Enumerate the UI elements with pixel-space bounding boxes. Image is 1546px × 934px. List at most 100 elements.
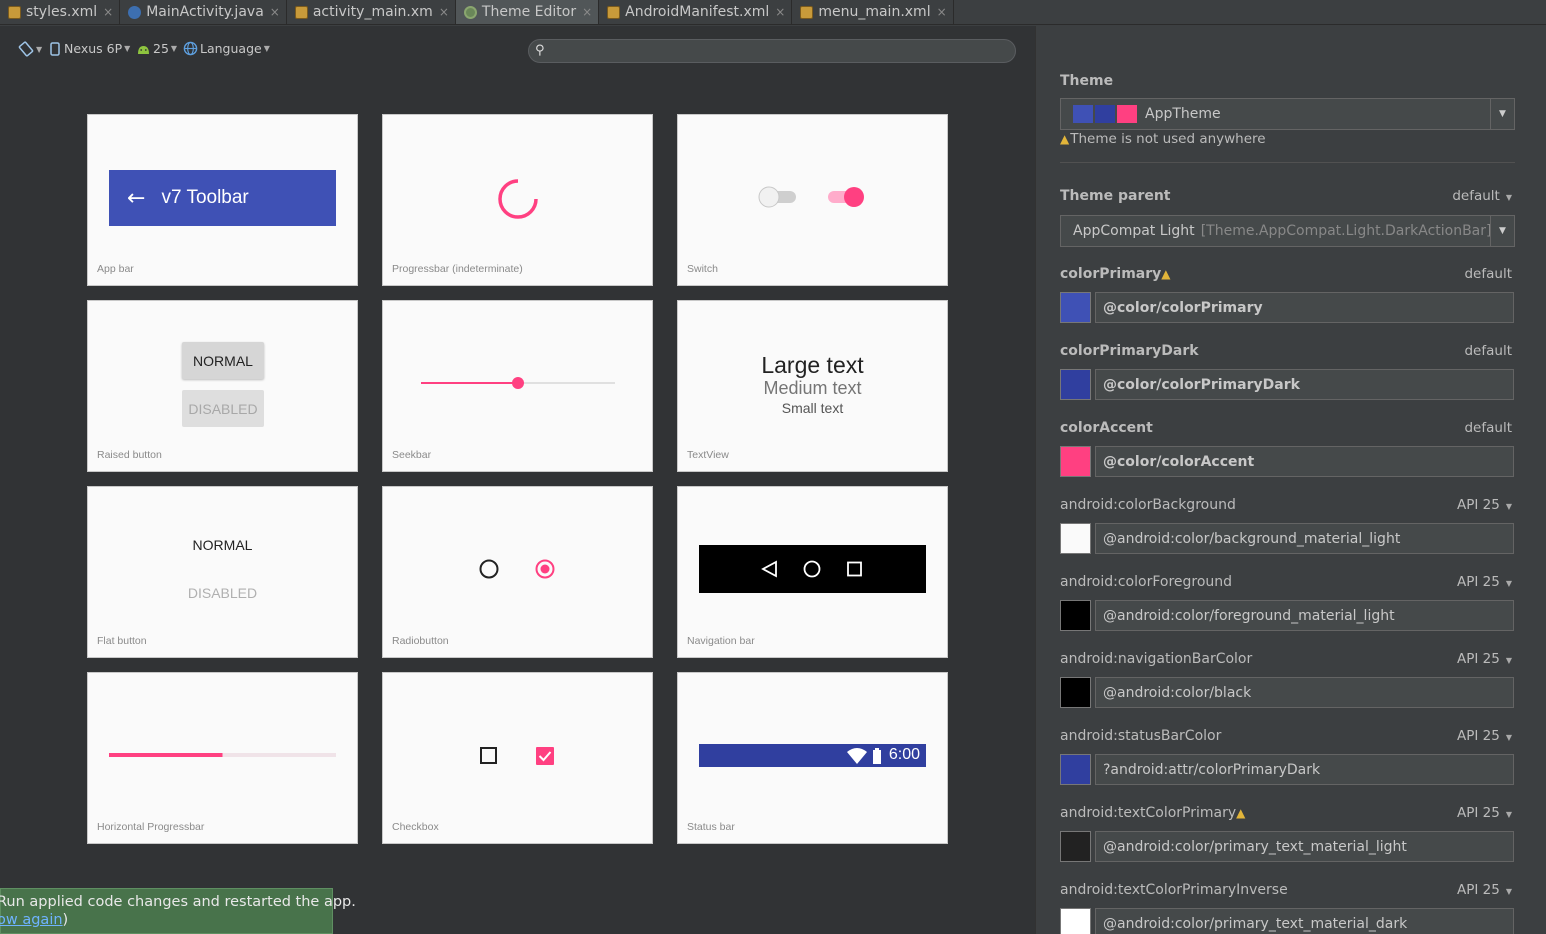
- attribute-value-field[interactable]: ?android:attr/colorPrimaryDark: [1095, 754, 1514, 785]
- warning-icon: ▲: [1236, 806, 1246, 820]
- theme-preview-area: ▼ Nexus 6P ▼ 25 ▼ Language ▼ ⚲ ← v7 Tool…: [0, 26, 1035, 934]
- navigation-bar-preview: [699, 545, 926, 593]
- attribute-value-field[interactable]: @android:color/primary_text_material_lig…: [1095, 831, 1514, 862]
- close-icon[interactable]: ×: [937, 5, 947, 19]
- switch-preview: [758, 186, 864, 208]
- color-swatch[interactable]: [1060, 754, 1091, 785]
- preview-search-input[interactable]: ⚲: [528, 39, 1016, 63]
- theme-parent-detail: [Theme.AppCompat.Light.DarkActionBar]: [1200, 223, 1492, 239]
- divider: [1060, 162, 1515, 163]
- attribute-name: android:textColorPrimaryInverse: [1060, 882, 1288, 898]
- attribute-source: default: [1464, 266, 1512, 282]
- panel-scrollbar[interactable]: [1538, 26, 1546, 934]
- card-label: TextView: [687, 449, 729, 461]
- tab-styles-xml[interactable]: styles.xml ×: [0, 0, 121, 24]
- attribute-source[interactable]: API 25 ▼: [1457, 882, 1512, 898]
- card-label: App bar: [97, 263, 134, 275]
- nav-buttons: [761, 560, 862, 578]
- card-seekbar: Seekbar: [382, 300, 653, 472]
- device-dropdown[interactable]: Nexus 6P ▼: [50, 41, 130, 56]
- api-level-dropdown[interactable]: 25 ▼: [136, 41, 177, 56]
- attribute-value-field[interactable]: @android:color/black: [1095, 677, 1514, 708]
- dropdown-arrow-icon[interactable]: ▼: [1490, 216, 1514, 246]
- horizontal-progress-preview: [109, 753, 336, 757]
- raised-normal-button: NORMAL: [182, 342, 264, 379]
- theme-selector[interactable]: AppTheme ▼: [1060, 98, 1515, 130]
- card-app-bar: ← v7 Toolbar App bar: [87, 114, 358, 286]
- card-label: Horizontal Progressbar: [97, 821, 205, 833]
- attribute-value-field[interactable]: @android:color/primary_text_material_dar…: [1095, 908, 1514, 934]
- close-icon[interactable]: ×: [270, 5, 280, 19]
- preview-toolbar: ▼ Nexus 6P ▼ 25 ▼ Language ▼ ⚲: [0, 26, 1035, 74]
- tab-androidmanifest-xml[interactable]: AndroidManifest.xml ×: [599, 0, 793, 24]
- attribute-name: colorPrimaryDark: [1060, 343, 1199, 359]
- color-swatch[interactable]: [1060, 831, 1091, 862]
- notification-link-line: ow again): [0, 912, 68, 928]
- theme-parent-selector[interactable]: AppCompat Light [Theme.AppCompat.Light.D…: [1060, 215, 1515, 247]
- dropdown-arrow-icon[interactable]: ▼: [1490, 99, 1514, 129]
- rotate-device-icon: [18, 41, 34, 57]
- primary-swatch: [1073, 105, 1093, 123]
- show-again-link[interactable]: ow again: [0, 912, 63, 928]
- attribute-source-text: API 25: [1457, 728, 1500, 744]
- color-swatch[interactable]: [1060, 677, 1091, 708]
- color-swatch[interactable]: [1060, 523, 1091, 554]
- attribute-value-field[interactable]: @color/colorPrimaryDark: [1095, 369, 1514, 400]
- tab-bar-filler: [953, 0, 1546, 24]
- attribute-name-text: colorPrimary: [1060, 266, 1162, 282]
- attribute-value-field[interactable]: @android:color/foreground_material_light: [1095, 600, 1514, 631]
- device-label: Nexus 6P: [64, 41, 123, 56]
- orientation-dropdown[interactable]: ▼: [18, 41, 42, 57]
- attribute-value-field[interactable]: @color/colorPrimary: [1095, 292, 1514, 323]
- attribute-source[interactable]: API 25 ▼: [1457, 497, 1512, 513]
- color-swatch[interactable]: [1060, 446, 1091, 477]
- tab-mainactivity-java[interactable]: MainActivity.java ×: [120, 0, 287, 24]
- language-dropdown[interactable]: Language ▼: [183, 41, 270, 56]
- attribute-source-text: default: [1464, 420, 1512, 436]
- seekbar-preview: [421, 377, 615, 389]
- attribute-source[interactable]: API 25 ▼: [1457, 728, 1512, 744]
- color-swatch[interactable]: [1060, 369, 1091, 400]
- attribute-source-text: API 25: [1457, 574, 1500, 590]
- flat-disabled-button: DISABLED: [187, 585, 258, 601]
- attribute-source[interactable]: API 25 ▼: [1457, 805, 1512, 821]
- color-swatch[interactable]: [1060, 600, 1091, 631]
- close-icon[interactable]: ×: [582, 5, 592, 19]
- raised-disabled-button: DISABLED: [182, 390, 264, 427]
- attribute-value-field[interactable]: @android:color/background_material_light: [1095, 523, 1514, 554]
- toolbar-title: v7 Toolbar: [161, 187, 249, 208]
- attribute-source[interactable]: API 25 ▼: [1457, 651, 1512, 667]
- tab-menu-main-xml[interactable]: menu_main.xml ×: [792, 0, 954, 24]
- attribute-source[interactable]: API 25 ▼: [1457, 574, 1512, 590]
- attribute-source-text: API 25: [1457, 882, 1500, 898]
- tab-label: AndroidManifest.xml: [625, 4, 770, 20]
- attribute-source-text: default: [1464, 343, 1512, 359]
- color-swatch[interactable]: [1060, 908, 1091, 934]
- attribute-name: android:colorBackground: [1060, 497, 1236, 513]
- chevron-down-icon: ▼: [1505, 656, 1512, 665]
- close-icon[interactable]: ×: [103, 5, 113, 19]
- attribute-name-text: colorAccent: [1060, 420, 1153, 436]
- attribute-source-text: API 25: [1457, 805, 1500, 821]
- theme-parent-default[interactable]: default ▼: [1452, 188, 1512, 204]
- attribute-name: android:statusBarColor: [1060, 728, 1221, 744]
- attribute-name-text: android:statusBarColor: [1060, 728, 1222, 744]
- tab-activity-main-xml[interactable]: activity_main.xml ×: [286, 0, 456, 24]
- card-label: Raised button: [97, 449, 162, 461]
- tab-label: activity_main.xml: [312, 4, 433, 20]
- accent-swatch: [1117, 105, 1137, 123]
- chevron-down-icon: ▼: [1505, 887, 1512, 896]
- attribute-value-field[interactable]: @color/colorAccent: [1095, 446, 1514, 477]
- color-swatch[interactable]: [1060, 292, 1091, 323]
- card-checkbox: Checkbox: [382, 672, 653, 844]
- attribute-source: default: [1464, 343, 1512, 359]
- tab-theme-editor[interactable]: Theme Editor ×: [455, 0, 600, 24]
- close-icon[interactable]: ×: [775, 5, 785, 19]
- theme-parent-default-text: default: [1452, 188, 1500, 204]
- card-radiobutton: Radiobutton: [382, 486, 653, 658]
- attribute-name-text: android:colorForeground: [1060, 574, 1233, 590]
- chevron-down-icon: ▼: [1505, 579, 1512, 588]
- close-icon[interactable]: ×: [439, 5, 449, 19]
- search-icon: ⚲: [535, 43, 545, 58]
- notification-suffix: ): [62, 912, 69, 928]
